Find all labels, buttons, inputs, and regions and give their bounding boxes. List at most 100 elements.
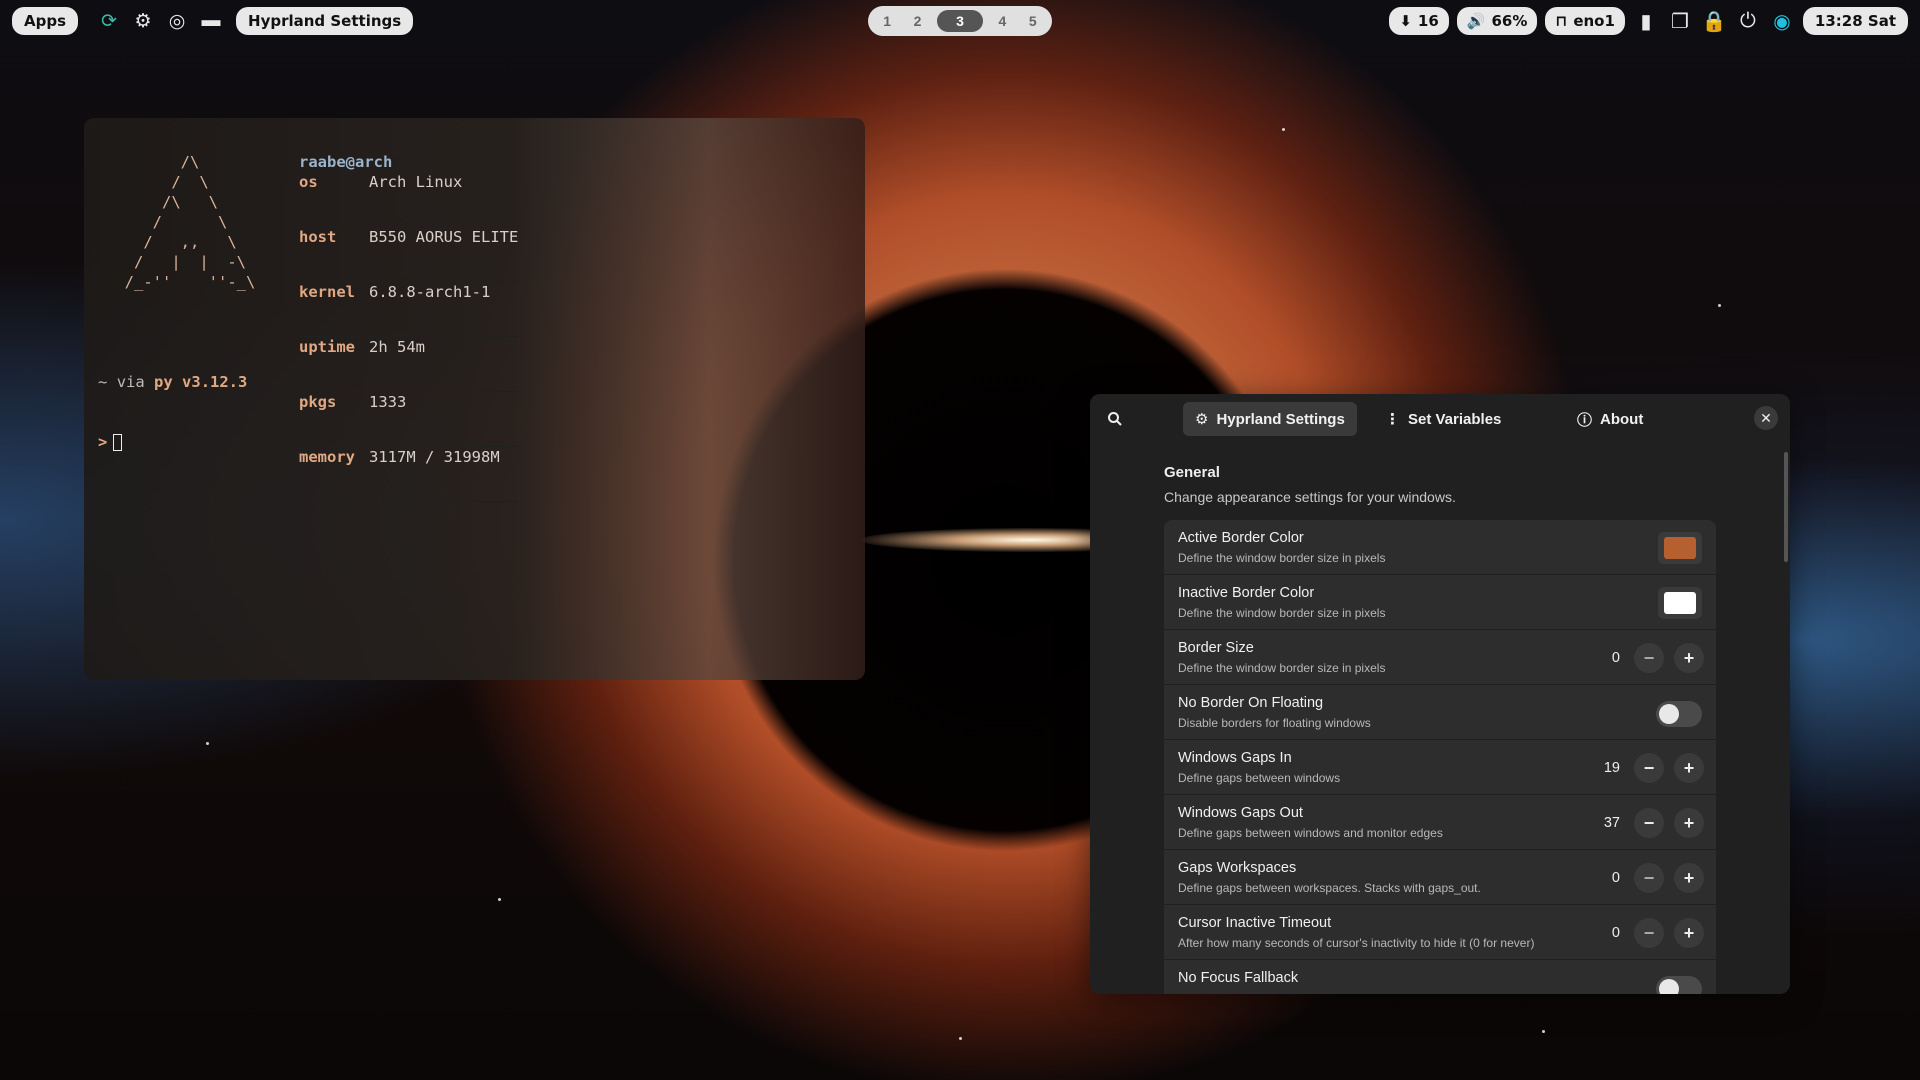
setting-title: Active Border Color bbox=[1178, 530, 1304, 546]
increment-button[interactable]: + bbox=[1674, 643, 1704, 673]
fetch-info: raabe@arch os Arch Linux host B550 AORUS E… bbox=[299, 152, 519, 502]
workspace-5[interactable]: 5 bbox=[1022, 10, 1044, 32]
setting-subtitle: After how many seconds of cursor's inact… bbox=[1178, 936, 1535, 950]
decrement-button[interactable]: − bbox=[1634, 863, 1664, 893]
setting-subtitle: Define gaps between workspaces. Stacks w… bbox=[1178, 881, 1481, 895]
spin-value[interactable]: 0 bbox=[1598, 650, 1620, 666]
color-picker-button[interactable] bbox=[1658, 587, 1702, 619]
tab-label: Set Variables bbox=[1408, 410, 1502, 428]
notification-icon[interactable]: ◉ bbox=[1769, 9, 1795, 34]
setting-border-size: Border Size Define the window border siz… bbox=[1164, 630, 1716, 685]
prompt-via: via bbox=[116, 373, 145, 391]
tab-label: Hyprland Settings bbox=[1216, 410, 1345, 428]
terminal-window[interactable]: /\ / \ /\ \ / \ / ,, \ / | | -\ /_-'' ''… bbox=[84, 118, 865, 680]
setting-title: Inactive Border Color bbox=[1178, 585, 1315, 601]
tab-set-variables[interactable]: ⋮ Set Variables bbox=[1373, 402, 1513, 436]
color-picker-button[interactable] bbox=[1658, 532, 1702, 564]
wallpaper-star bbox=[1282, 128, 1285, 131]
increment-button[interactable]: + bbox=[1674, 863, 1704, 893]
workspace-2[interactable]: 2 bbox=[907, 10, 929, 32]
tab-hyprland-settings[interactable]: ⚙ Hyprland Settings bbox=[1183, 402, 1357, 436]
spin-button: 19 − + bbox=[1598, 753, 1704, 783]
fetch-value: 3117M / 31998M bbox=[369, 448, 500, 466]
download-icon: ⬇ bbox=[1399, 12, 1412, 30]
gear-icon: ⚙ bbox=[1195, 411, 1209, 428]
volume-value: 66% bbox=[1491, 12, 1528, 30]
setting-subtitle: Disable borders for floating windows bbox=[1178, 716, 1371, 730]
spin-button: 37 − + bbox=[1598, 808, 1704, 838]
clock[interactable]: 13:28 Sat bbox=[1802, 7, 1908, 35]
updates-count: 16 bbox=[1417, 12, 1439, 30]
setting-cursor-inactive-timeout: Cursor Inactive Timeout After how many s… bbox=[1164, 905, 1716, 960]
fetch-row: os Arch Linux bbox=[299, 172, 519, 227]
ethernet-icon: ⊓ bbox=[1555, 12, 1568, 30]
top-bar: Apps ⟳ ⚙ ◎ ▬ Hyprland Settings 1 2 3 4 5… bbox=[0, 0, 1920, 42]
fetch-row: host B550 AORUS ELITE bbox=[299, 227, 519, 282]
increment-button[interactable]: + bbox=[1674, 753, 1704, 783]
gear-icon[interactable]: ⚙ bbox=[130, 8, 156, 34]
setting-title: Gaps Workspaces bbox=[1178, 860, 1297, 876]
spin-button: 0 − + bbox=[1598, 643, 1704, 673]
spin-button: 0 − + bbox=[1598, 918, 1704, 948]
text-cursor bbox=[113, 434, 123, 451]
chrome-icon[interactable]: ◎ bbox=[164, 8, 190, 34]
setting-subtitle: Define gaps between windows and monitor … bbox=[1178, 826, 1443, 840]
folder-icon[interactable]: ▬ bbox=[198, 8, 224, 34]
decrement-button[interactable]: − bbox=[1634, 918, 1664, 948]
scrollbar[interactable] bbox=[1784, 452, 1788, 562]
decrement-button[interactable]: − bbox=[1634, 753, 1664, 783]
network-name: eno1 bbox=[1573, 12, 1615, 30]
increment-button[interactable]: + bbox=[1674, 918, 1704, 948]
toggle-switch[interactable] bbox=[1656, 976, 1702, 994]
workspace-3[interactable]: 3 bbox=[936, 10, 983, 32]
shell-prompt[interactable]: ~ via py v3.12.3 > bbox=[98, 332, 247, 492]
setting-windows-gaps-in: Windows Gaps In Define gaps between wind… bbox=[1164, 740, 1716, 795]
setting-title: Windows Gaps Out bbox=[1178, 805, 1303, 821]
increment-button[interactable]: + bbox=[1674, 808, 1704, 838]
bar-chart-icon[interactable]: ▮ bbox=[1633, 9, 1659, 34]
fetch-key: pkgs bbox=[299, 393, 337, 411]
tab-about[interactable]: ⓘ About bbox=[1565, 402, 1655, 436]
setting-subtitle: Define gaps between windows bbox=[1178, 771, 1341, 785]
setting-no-focus-fallback: No Focus Fallback bbox=[1164, 960, 1716, 994]
settings-list: Active Border Color Define the window bo… bbox=[1164, 520, 1716, 994]
wallpaper-star bbox=[1542, 1030, 1545, 1033]
fetch-value: 1333 bbox=[369, 393, 407, 411]
prompt-caret: > bbox=[98, 433, 108, 451]
apps-button[interactable]: Apps bbox=[12, 7, 79, 35]
network-indicator[interactable]: ⊓ eno1 bbox=[1545, 7, 1625, 35]
volume-indicator[interactable]: 🔊 66% bbox=[1456, 7, 1538, 35]
spin-value[interactable]: 37 bbox=[1598, 815, 1620, 831]
setting-subtitle: Define the window border size in pixels bbox=[1178, 661, 1386, 675]
fetch-key: uptime bbox=[299, 338, 355, 356]
active-window-title[interactable]: Hyprland Settings bbox=[236, 7, 414, 35]
setting-subtitle: Define the window border size in pixels bbox=[1178, 606, 1386, 620]
setting-title: Cursor Inactive Timeout bbox=[1178, 915, 1332, 931]
toggle-switch[interactable] bbox=[1656, 701, 1702, 727]
speaker-icon: 🔊 bbox=[1466, 12, 1486, 30]
lock-icon[interactable]: 🔒 bbox=[1701, 9, 1727, 34]
spin-value[interactable]: 19 bbox=[1598, 760, 1620, 776]
fetch-value: B550 AORUS ELITE bbox=[369, 228, 519, 246]
clipboard-icon[interactable]: ❐ bbox=[1667, 9, 1693, 34]
fetch-row: uptime 2h 54m bbox=[299, 337, 519, 392]
decrement-button[interactable]: − bbox=[1634, 808, 1664, 838]
setting-gaps-workspaces: Gaps Workspaces Define gaps between work… bbox=[1164, 850, 1716, 905]
updates-indicator[interactable]: ⬇ 16 bbox=[1389, 7, 1449, 35]
search-icon[interactable] bbox=[1102, 406, 1128, 432]
workspace-1[interactable]: 1 bbox=[876, 10, 898, 32]
workspace-4[interactable]: 4 bbox=[991, 10, 1013, 32]
spin-button: 0 − + bbox=[1598, 863, 1704, 893]
setting-title: Windows Gaps In bbox=[1178, 750, 1292, 766]
hyprland-settings-window: ⚙ Hyprland Settings ⋮ Set Variables ⓘ Ab… bbox=[1090, 394, 1790, 994]
power-icon[interactable]: ⏻ bbox=[1735, 10, 1761, 33]
fetch-key: kernel bbox=[299, 283, 355, 301]
close-button[interactable]: ✕ bbox=[1754, 406, 1778, 430]
decrement-button[interactable]: − bbox=[1634, 643, 1664, 673]
wallpaper-star bbox=[206, 742, 209, 745]
prompt-python-version: py v3.12.3 bbox=[154, 373, 248, 391]
refresh-icon[interactable]: ⟳ bbox=[96, 8, 122, 34]
setting-no-border-on-floating: No Border On Floating Disable borders fo… bbox=[1164, 685, 1716, 740]
spin-value[interactable]: 0 bbox=[1598, 870, 1620, 886]
spin-value[interactable]: 0 bbox=[1598, 925, 1620, 941]
